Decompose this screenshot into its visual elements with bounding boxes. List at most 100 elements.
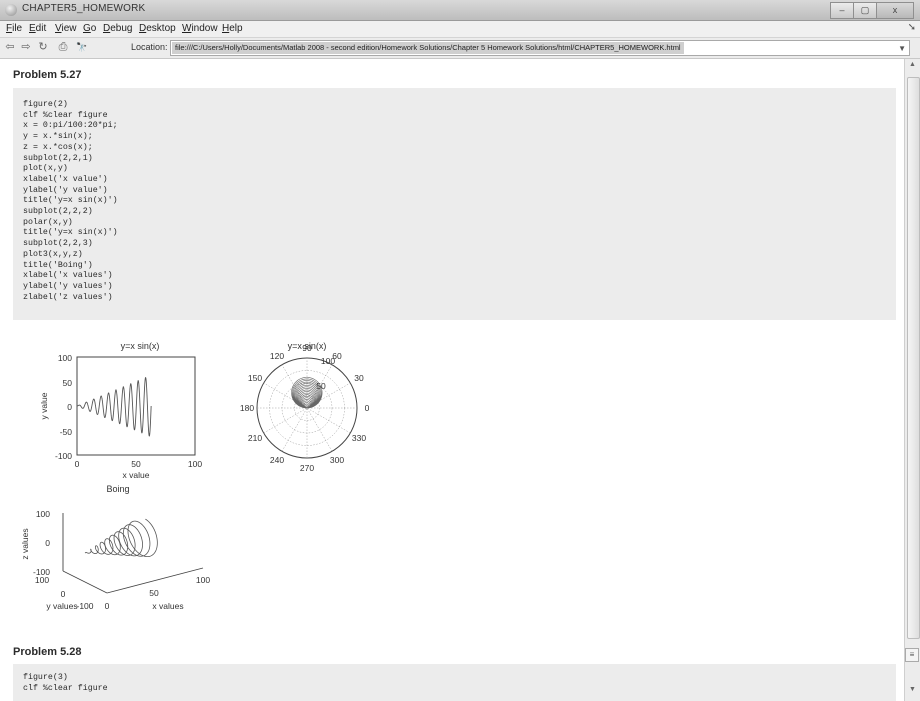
code-block-5-27: figure(2) clf %clear figure x = 0:pi/100:2… [13,88,896,320]
back-arrow-icon[interactable]: ⇦ [4,41,16,54]
plot1-ytick: 100 [58,353,72,363]
polar-angle-label: 210 [248,433,262,443]
code-line: figure(3) [23,673,68,682]
polar-radial-label: 100 [321,356,335,366]
code-line: plot(x,y) [23,164,68,174]
maximize-button[interactable]: ▢ [853,2,877,19]
location-url[interactable]: file:///C:/Users/Holly/Documents/Matlab … [172,42,684,54]
forward-arrow-icon[interactable]: ⇨ [20,41,32,54]
code-line: title('y=x sin(x)') [23,196,118,206]
window-controls: – ▢ x [830,2,914,19]
code-line: plot3(x,y,z) [23,249,83,259]
plot3-xtick: 0 [105,601,110,611]
matlab-figure: y=x sin(x) 100 50 0 -50 -100 0 50 100 x … [20,341,370,611]
window-title: CHAPTER5_HOMEWORK [22,3,146,14]
polar-angle-label: 330 [352,433,366,443]
code-line: figure(2) [23,100,68,109]
plot1-ytick: -100 [55,451,72,461]
polar-angle-label: 300 [330,455,344,465]
polar-angle-label: 240 [270,455,284,465]
menu-window[interactable]: Window [182,23,218,34]
plot3-xlabel: x values [152,601,183,611]
scrollbar-thumb[interactable] [907,77,920,639]
polar-angle-label: 90 [302,343,312,353]
plot3-ylabel: y values [46,601,77,611]
polar-angle-label: 0 [365,403,370,413]
problem-heading-5-27: Problem 5.27 [13,69,82,81]
polar-angle-label: 180 [240,403,254,413]
location-dropdown-icon[interactable]: ▼ [898,44,906,53]
polar-angle-label: 150 [248,373,262,383]
print-icon[interactable]: ⎙ [57,41,69,54]
find-binoculars-icon[interactable]: 🔭 [76,41,88,54]
code-line: ylabel('y value') [23,185,108,195]
location-field[interactable]: file:///C:/Users/Holly/Documents/Matlab … [170,40,910,56]
plot1-ytick: 50 [63,378,73,388]
plot3-xtick: 100 [196,575,210,585]
plot3-ztick: 0 [45,538,50,548]
plot3-ztick: 100 [36,509,50,519]
plot3-title: Boing [106,484,129,494]
code-line: z = x.*cos(x); [23,142,93,152]
close-button[interactable]: x [876,2,914,19]
menu-view[interactable]: View [55,23,77,34]
code-line: ylabel('y values') [23,281,113,291]
plot1-xtick: 0 [75,459,80,469]
subplot-1: y=x sin(x) 100 50 0 -50 -100 0 50 100 x … [39,341,202,480]
code-line: subplot(2,2,3) [23,239,93,249]
plot3-xtick: 50 [149,588,159,598]
polar-angle-label: 120 [270,351,284,361]
minimize-button[interactable]: – [830,2,854,19]
code-line: title('y=x sin(x)') [23,228,118,238]
plot1-xlabel: x value [123,470,150,480]
code-line: polar(x,y) [23,217,73,227]
menu-help[interactable]: Help [222,23,243,34]
code-listing: figure(3) clf %clear figure [13,664,896,694]
menu-go[interactable]: Go [83,23,96,34]
plot1-ytick: -50 [60,427,73,437]
scroll-up-icon[interactable]: ▲ [909,61,916,68]
menu-desktop[interactable]: Desktop [139,23,176,34]
code-line: xlabel('x value') [23,174,108,184]
code-line: x = 0:pi/100:20*pi; [23,121,118,131]
problem-heading-5-28: Problem 5.28 [13,646,82,658]
code-line: xlabel('x values') [23,271,113,281]
plot3-ytick: 100 [35,575,49,585]
plot3-zlabel: z values [20,528,30,559]
app-icon [5,4,17,16]
scroll-down-icon[interactable]: ▼ [909,686,916,693]
code-line: subplot(2,2,1) [23,153,93,163]
split-view-icon[interactable]: ≡ [905,648,919,662]
plot3-ytick: 0 [61,589,66,599]
subplot-2-polar: y=x sin(x) 90603003303002702402101801501… [240,341,370,473]
subplot-3-3d: Boing 100 0 -100 z values 100 0 -100 y v… [20,484,210,611]
polar-angle-label: 270 [300,463,314,473]
browser-toolbar: ⇦ ⇨ ↻ ⎙ 🔭 Location: file:///C:/Users/Hol… [0,38,920,59]
plot3-ytick: -100 [76,601,93,611]
vertical-scrollbar[interactable]: ▲ ▼ [904,59,920,701]
menu-edit[interactable]: Edit [29,23,46,34]
plot1-title: y=x sin(x) [121,341,160,351]
menu-file[interactable]: File [6,23,22,34]
plot1-xtick: 50 [131,459,141,469]
menu-overflow-icon[interactable]: ➘ [908,22,916,33]
code-line: title('Boing') [23,260,93,270]
refresh-icon[interactable]: ↻ [37,41,49,54]
code-block-5-28: figure(3) clf %clear figure [13,664,896,701]
code-line: clf %clear figure [23,110,108,120]
polar-radial-label: 50 [316,381,326,391]
code-line: clf %clear figure [23,683,108,693]
menu-debug[interactable]: Debug [103,23,132,34]
code-line: subplot(2,2,2) [23,207,93,217]
code-listing: figure(2) clf %clear figure x = 0:pi/100:2… [13,88,896,303]
html-document-view: Problem 5.27 figure(2) clf %clear figure x… [0,59,903,701]
code-line: y = x.*sin(x); [23,132,93,142]
plot3-y-axis [62,570,108,594]
polar-angle-label: 30 [354,373,364,383]
plot1-ylabel: y value [39,392,49,419]
plot1-ytick: 0 [67,402,72,412]
plot3-curve [84,518,158,558]
window-title-bar: CHAPTER5_HOMEWORK – ▢ x [0,0,920,21]
plot1-xtick: 100 [188,459,202,469]
code-line: zlabel('z values') [23,292,113,302]
